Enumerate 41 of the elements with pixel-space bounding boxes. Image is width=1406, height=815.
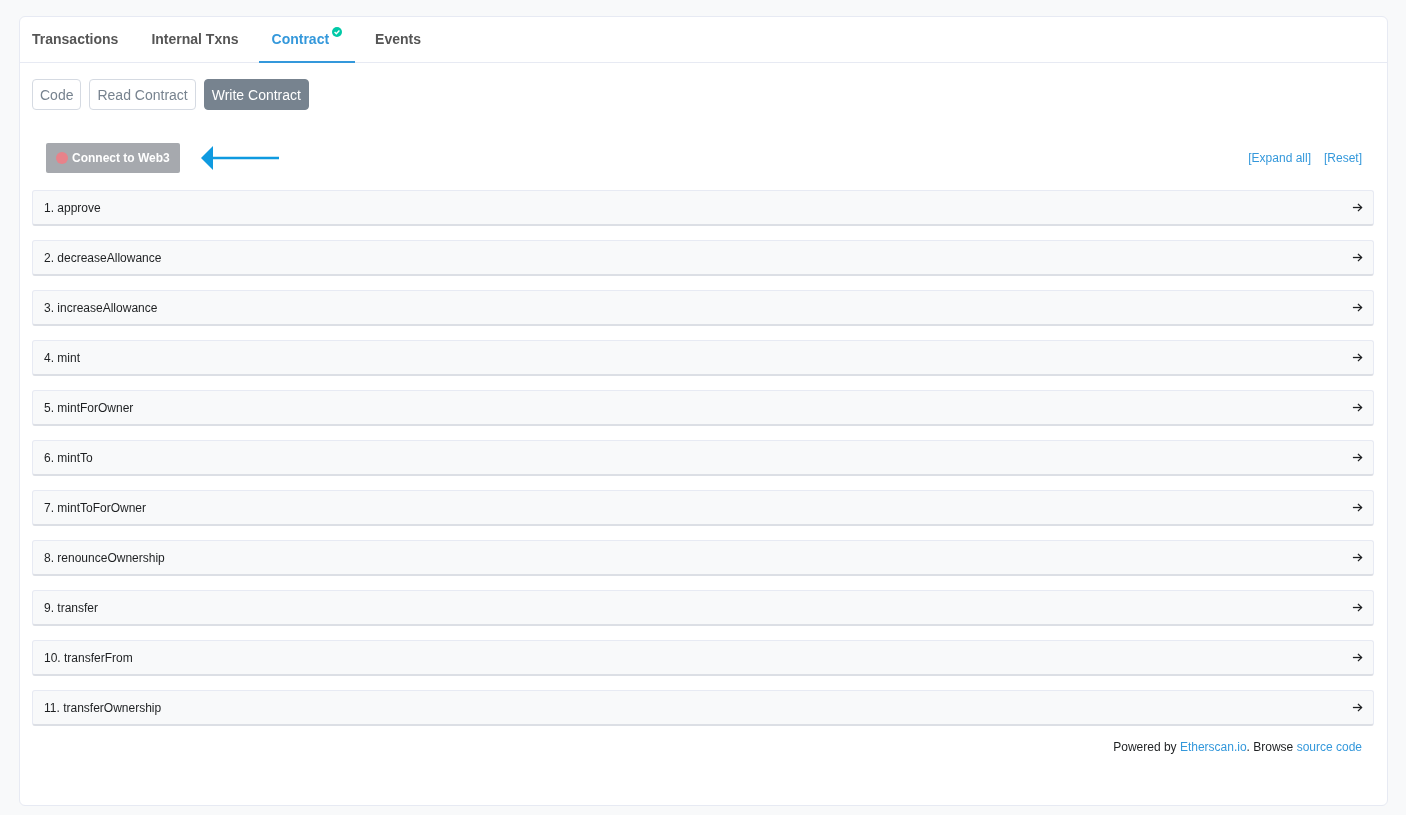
tab[interactable]: Transactions [20, 17, 132, 63]
arrow-right-icon [1352, 302, 1363, 313]
function-name: 8. renounceOwnership [44, 550, 165, 565]
arrow-right-icon [1352, 502, 1363, 513]
function-name: 9. transfer [44, 600, 99, 615]
function-row[interactable]: 5. mintForOwner [32, 390, 1374, 426]
tab[interactable]: Events [362, 17, 434, 63]
arrow-right-icon [1352, 402, 1363, 413]
arrow-right-icon [1352, 652, 1363, 663]
function-row[interactable]: 6. mintTo [32, 440, 1374, 476]
function-name: 4. mint [44, 350, 80, 365]
subtab-button[interactable]: Write Contract [203, 79, 309, 110]
function-row[interactable]: 9. transfer [32, 590, 1374, 626]
function-row[interactable]: 11. transferOwnership [32, 690, 1374, 726]
function-name: 1. approve [44, 200, 101, 215]
function-row[interactable]: 10. transferFrom [32, 640, 1374, 676]
function-row[interactable]: 1. approve [32, 190, 1374, 226]
function-row[interactable]: 7. mintToForOwner [32, 490, 1374, 526]
subtab-button[interactable]: Code [32, 79, 82, 110]
function-name: 11. transferOwnership [44, 700, 162, 715]
function-row[interactable]: 4. mint [32, 340, 1374, 376]
function-name: 7. mintToForOwner [44, 500, 147, 515]
verified-check-icon [332, 27, 343, 37]
arrow-right-icon [1352, 352, 1363, 363]
tab[interactable]: Internal Txns [138, 17, 252, 63]
footer-text: Powered by Etherscan.io. Browse source code [1113, 740, 1362, 754]
function-row[interactable]: 2. decreaseAllowance [32, 240, 1374, 276]
function-name: 6. mintTo [44, 450, 93, 465]
arrow-right-icon [1352, 602, 1363, 613]
arrow-right-icon [1352, 202, 1363, 213]
function-name: 2. decreaseAllowance [44, 250, 162, 265]
arrow-right-icon [1352, 252, 1363, 263]
arrow-right-icon [1352, 552, 1363, 563]
function-name: 5. mintForOwner [44, 400, 134, 415]
subtab-button[interactable]: Read Contract [89, 79, 196, 110]
function-row[interactable]: 3. increaseAllowance [32, 290, 1374, 326]
arrow-right-icon [1352, 702, 1363, 713]
function-row[interactable]: 8. renounceOwnership [32, 540, 1374, 576]
function-name: 3. increaseAllowance [44, 300, 158, 315]
arrow-right-icon [1352, 452, 1363, 463]
function-name: 10. transferFrom [44, 650, 133, 665]
